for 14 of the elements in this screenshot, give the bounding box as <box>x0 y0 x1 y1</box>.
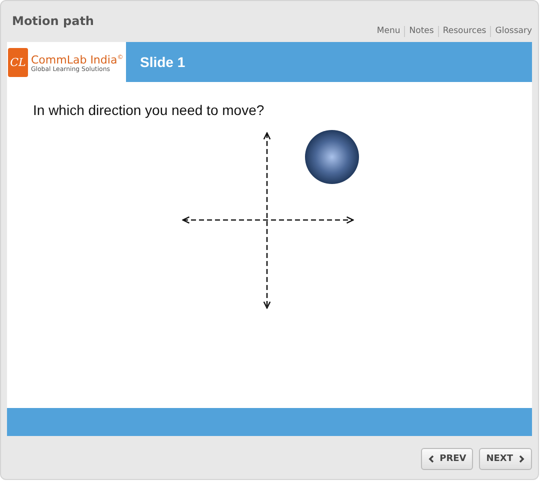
nav-link[interactable]: Glossary <box>490 26 532 37</box>
slide-title: Slide 1 <box>126 42 532 82</box>
prev-button[interactable]: PREV <box>420 448 474 470</box>
question-text: In which direction you need to move? <box>33 102 266 118</box>
nav-link[interactable]: Notes <box>404 26 438 37</box>
ball <box>305 130 359 184</box>
chevron-left-icon <box>428 455 436 463</box>
chevron-right-icon <box>517 455 525 463</box>
next-button[interactable]: NEXT <box>479 448 532 470</box>
nav-link[interactable]: Menu <box>372 26 404 37</box>
logo-mark: CL <box>8 48 28 76</box>
logo-name: CommLab India$^{©}$ <box>31 52 124 66</box>
nav-link[interactable]: Resources <box>438 26 490 37</box>
course-title: Motion path <box>12 14 94 30</box>
